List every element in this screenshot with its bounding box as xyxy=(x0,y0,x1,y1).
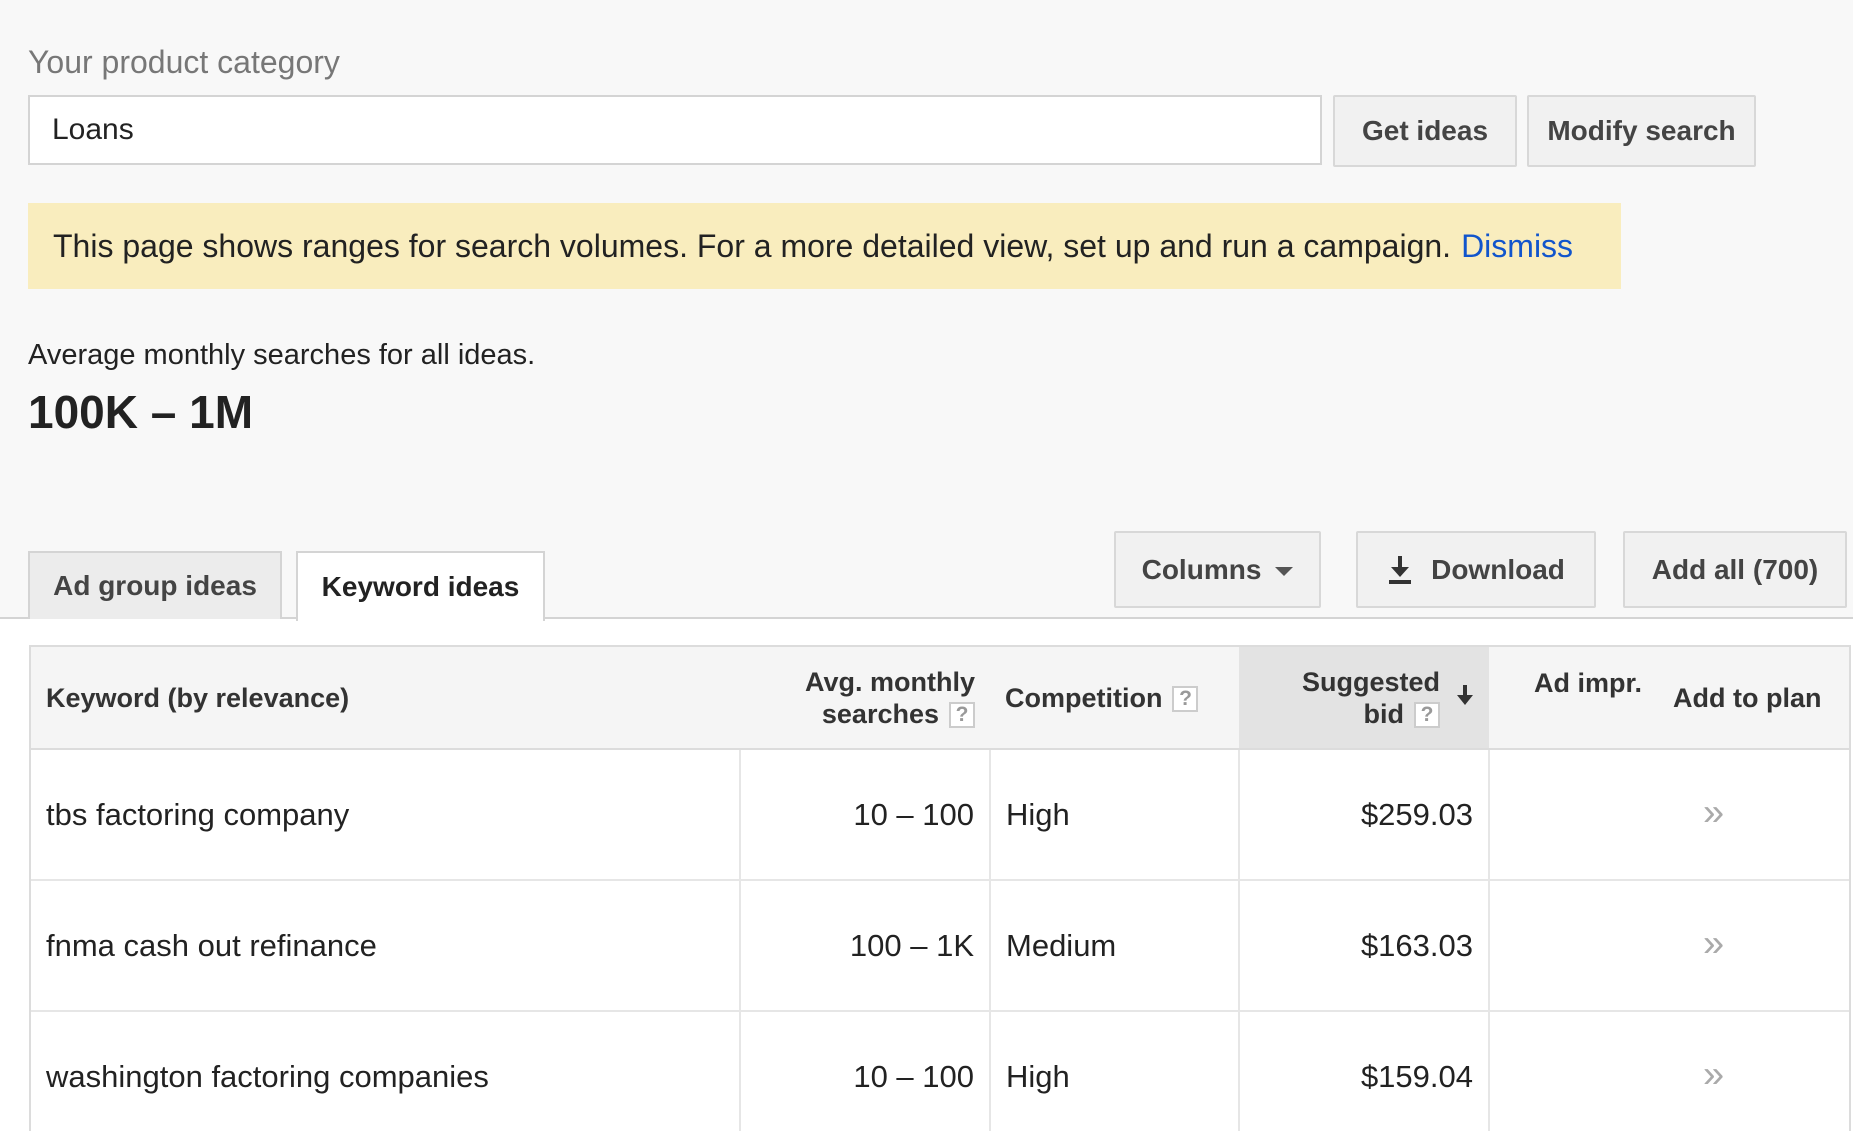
add-to-plan-cell: » xyxy=(1489,749,1849,881)
competition-cell: High xyxy=(990,749,1240,881)
get-ideas-button[interactable]: Get ideas xyxy=(1333,95,1517,167)
table-row: washington factoring companies 10 – 100 … xyxy=(31,1011,1849,1131)
avg-searches-cell: 10 – 100 xyxy=(740,749,991,881)
bid-header-line1: Suggested xyxy=(1301,666,1440,697)
column-header-ad-impr-add-to-plan: Ad impr. Add to plan xyxy=(1489,647,1849,750)
columns-button[interactable]: Columns xyxy=(1114,531,1321,608)
table-row: fnma cash out refinance 100 – 1K Medium … xyxy=(31,880,1849,1012)
double-chevron-right-icon[interactable]: » xyxy=(1703,922,1724,965)
table-header-row: Keyword (by relevance) Avg. monthly sear… xyxy=(31,647,1849,750)
keyword-cell: washington factoring companies xyxy=(31,1011,741,1131)
ad-impr-header-label[interactable]: Ad impr. xyxy=(1534,667,1642,699)
double-chevron-right-icon[interactable]: » xyxy=(1703,791,1724,834)
avg-header-line1: Avg. monthly xyxy=(804,666,975,697)
keyword-cell: fnma cash out refinance xyxy=(31,880,741,1012)
download-button[interactable]: Download xyxy=(1356,531,1596,608)
keyword-header-label: Keyword (by relevance) xyxy=(46,682,350,713)
table-row: tbs factoring company 10 – 100 High $259… xyxy=(31,749,1849,881)
bid-header-line2: bid xyxy=(1363,698,1405,729)
competition-cell: High xyxy=(990,1011,1240,1131)
keyword-cell: tbs factoring company xyxy=(31,749,741,881)
tab-ad-group-ideas[interactable]: Ad group ideas xyxy=(28,551,282,619)
avg-header-line2: searches xyxy=(821,698,939,729)
column-header-keyword[interactable]: Keyword (by relevance) xyxy=(31,647,740,750)
tab-keyword-ideas[interactable]: Keyword ideas xyxy=(296,551,545,621)
download-icon xyxy=(1387,555,1413,584)
download-label: Download xyxy=(1431,553,1565,585)
product-category-input[interactable] xyxy=(28,95,1322,165)
avg-monthly-searches-value: 100K – 1M xyxy=(28,386,254,438)
add-to-plan-header-label: Add to plan xyxy=(1673,683,1822,713)
competition-cell: Medium xyxy=(990,880,1240,1012)
avg-monthly-searches-label: Average monthly searches for all ideas. xyxy=(28,339,536,371)
caret-down-icon xyxy=(1275,567,1294,576)
column-header-competition[interactable]: Competition? xyxy=(990,647,1239,750)
suggested-bid-cell: $259.03 xyxy=(1239,749,1490,881)
search-volume-notice: This page shows ranges for search volume… xyxy=(28,203,1621,289)
competition-header-label: Competition xyxy=(1005,682,1163,713)
modify-search-button[interactable]: Modify search xyxy=(1527,95,1756,167)
arrow-down-icon[interactable] xyxy=(1456,682,1474,714)
column-header-suggested-bid[interactable]: Suggested bid? xyxy=(1239,647,1489,750)
dismiss-link[interactable]: Dismiss xyxy=(1461,228,1573,265)
double-chevron-right-icon[interactable]: » xyxy=(1703,1053,1724,1096)
help-icon[interactable]: ? xyxy=(1414,702,1440,729)
avg-searches-cell: 10 – 100 xyxy=(740,1011,991,1131)
columns-label: Columns xyxy=(1141,553,1262,585)
suggested-bid-cell: $163.03 xyxy=(1239,880,1490,1012)
keyword-ideas-table-container: Keyword (by relevance) Avg. monthly sear… xyxy=(29,645,1851,1131)
help-icon[interactable]: ? xyxy=(1172,686,1199,713)
suggested-bid-cell: $159.04 xyxy=(1239,1011,1490,1131)
column-header-avg-monthly-searches[interactable]: Avg. monthly searches? xyxy=(740,647,990,750)
notice-text: This page shows ranges for search volume… xyxy=(53,227,1452,264)
add-to-plan-cell: » xyxy=(1489,880,1849,1012)
product-category-label: Your product category xyxy=(28,44,340,80)
help-icon[interactable]: ? xyxy=(949,702,975,729)
keyword-ideas-table: Keyword (by relevance) Avg. monthly sear… xyxy=(31,647,1849,1131)
add-all-button[interactable]: Add all (700) xyxy=(1623,531,1847,608)
add-to-plan-cell: » xyxy=(1489,1011,1849,1131)
avg-searches-cell: 100 – 1K xyxy=(740,880,991,1012)
